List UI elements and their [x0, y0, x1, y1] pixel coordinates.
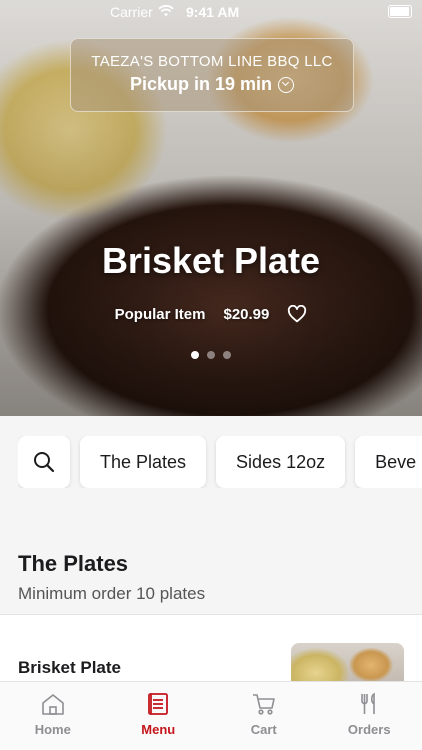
utensils-icon [361, 692, 376, 714]
tab-menu[interactable]: Menu [106, 682, 212, 750]
section-title: The Plates [18, 551, 129, 576]
tab-orders-label: Orders [347, 722, 391, 737]
menu-icon [148, 693, 169, 715]
search-button[interactable] [18, 436, 70, 488]
pickup-eta-label: Pickup in 19 min [129, 74, 273, 94]
pickup-eta[interactable]: Pickup in 19 min [129, 74, 295, 95]
carousel-dot[interactable] [207, 351, 215, 359]
status-bar: Carrier 9:41 AM [0, 0, 422, 24]
carousel-dot[interactable] [223, 351, 231, 359]
clock: 9:41 AM [186, 4, 240, 20]
carousel-dots[interactable] [0, 351, 422, 359]
category-the-plates[interactable]: The Plates [80, 436, 207, 488]
pickup-selector[interactable]: TAEZA'S BOTTOM LINE BBQ LLC Pickup in 19… [70, 38, 354, 112]
chevron-down-icon [278, 76, 295, 93]
hero-banner[interactable]: Carrier 9:41 AM TAEZA'S BOTTOM LINE BBQ … [0, 0, 422, 416]
battery-icon [388, 5, 412, 18]
category-sides[interactable]: Sides 12oz [216, 436, 346, 488]
carrier-label: Carrier [110, 4, 153, 20]
carousel-dot[interactable] [191, 351, 199, 359]
category-beverages[interactable]: Beve [355, 436, 422, 488]
section-subtitle: Minimum order 10 plates [18, 584, 206, 603]
tab-cart-label: Cart [250, 722, 277, 737]
tab-home-label: Home [34, 722, 71, 737]
home-icon [41, 694, 64, 715]
restaurant-name: TAEZA'S BOTTOM LINE BBQ LLC [91, 53, 333, 70]
cart-icon [252, 694, 275, 715]
heart-icon[interactable] [287, 305, 307, 323]
tab-home[interactable]: Home [0, 682, 106, 750]
hero-meta: Popular Item $20.99 [0, 305, 422, 323]
popular-tag: Popular Item [114, 305, 206, 323]
wifi-icon [158, 5, 174, 17]
tab-bar: Home Menu Cart Orders [0, 681, 422, 750]
hero-price: $20.99 [223, 305, 270, 323]
tab-menu-label: Menu [141, 722, 176, 737]
tab-orders[interactable]: Orders [317, 682, 422, 750]
category-bar: The Plates Sides 12oz Beve [18, 436, 422, 488]
search-icon [34, 452, 55, 473]
tab-cart[interactable]: Cart [211, 682, 317, 750]
menu-item-name: Brisket Plate [18, 658, 121, 677]
hero-title: Brisket Plate [101, 240, 321, 281]
